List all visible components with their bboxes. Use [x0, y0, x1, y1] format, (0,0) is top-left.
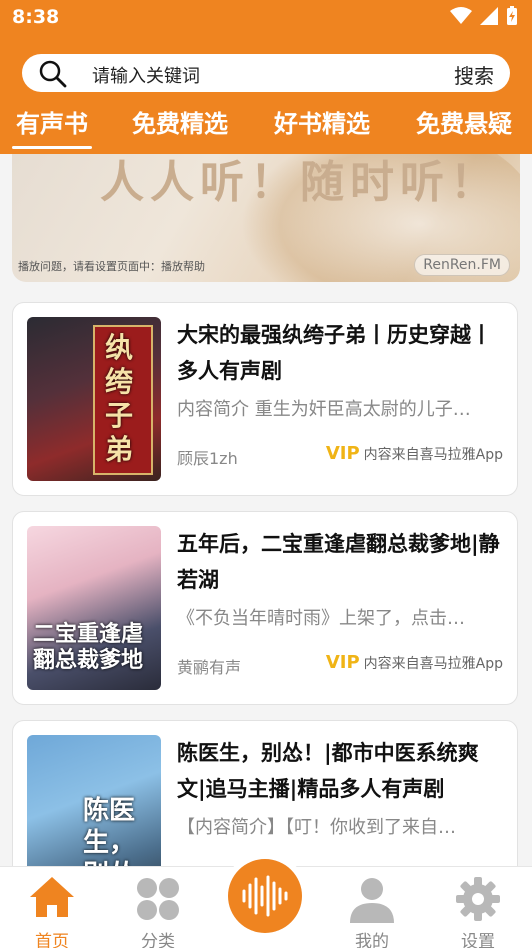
search-input[interactable]: 请输入关键词	[92, 62, 200, 88]
nav-profile[interactable]: 我的	[332, 875, 412, 948]
header: 请输入关键词 搜索 有声书 免费精选 好书精选 免费悬疑	[0, 34, 532, 154]
player-button[interactable]	[228, 859, 302, 933]
nav-player[interactable]	[222, 853, 308, 939]
book-author: 顾辰1zh	[177, 449, 238, 468]
banner-brand: RenRen.FM	[414, 254, 510, 276]
banner-slogan: 人人听！随时听！	[100, 157, 500, 208]
battery-icon	[507, 6, 517, 25]
book-desc: 【内容简介】【叮！你收到了来自…	[177, 817, 456, 838]
nav-settings[interactable]: 设置	[438, 875, 518, 948]
book-source: 内容来自喜马拉雅App	[363, 656, 503, 672]
book-cover: 纨绔子弟	[27, 317, 161, 481]
book-meta: VIP 内容来自喜马拉雅App	[326, 652, 503, 673]
search-bar[interactable]: 请输入关键词 搜索	[22, 54, 510, 92]
book-author: 黄鹂有声	[177, 658, 242, 677]
nav-category[interactable]: 分类	[118, 875, 198, 948]
wifi-icon	[450, 7, 472, 24]
bottom-tab-bar: 首页 分类 我的 设置	[0, 853, 532, 948]
book-desc: 《不负当年晴时雨》上架了，点击…	[177, 608, 465, 629]
audio-wave-icon	[242, 875, 288, 917]
cover-title: 纨绔子弟	[105, 331, 134, 466]
tab-good-books[interactable]: 好书精选	[274, 104, 370, 139]
signal-icon	[480, 7, 498, 25]
vip-badge: VIP	[325, 443, 360, 464]
nav-home-label: 首页	[35, 932, 69, 948]
promo-banner[interactable]: 人人听！随时听！ 播放问题，请看设置页面中：播放帮助 RenRen.FM	[12, 154, 520, 282]
book-desc: 内容简介 重生为奸臣高太尉的儿子…	[177, 399, 471, 420]
nav-settings-label: 设置	[461, 932, 495, 948]
gear-icon	[456, 877, 500, 921]
tab-free-picks[interactable]: 免费精选	[132, 104, 228, 139]
book-title: 陈医生，别怂！|都市中医系统爽文|追马主播|精品多人有声剧	[177, 741, 479, 801]
book-title: 大宋的最强纨绔子弟丨历史穿越丨多人有声剧	[177, 323, 492, 383]
status-time: 8:38	[12, 6, 60, 28]
book-title: 五年后，二宝重逢虐翻总裁爹地|静若湖	[177, 532, 500, 592]
cover-title: 二宝重逢虐翻总裁爹地	[33, 622, 144, 673]
home-icon	[30, 877, 74, 917]
book-meta: VIP 内容来自喜马拉雅App	[326, 443, 503, 464]
nav-profile-label: 我的	[355, 932, 389, 948]
book-source: 内容来自喜马拉雅App	[363, 447, 503, 463]
search-icon	[39, 60, 67, 88]
user-icon	[350, 878, 394, 923]
grid-icon	[137, 878, 179, 920]
category-tabs: 有声书 免费精选 好书精选 免费悬疑	[0, 104, 532, 150]
status-icons	[450, 6, 518, 26]
banner-tip: 播放问题，请看设置页面中：播放帮助	[18, 260, 205, 273]
nav-home[interactable]: 首页	[12, 875, 92, 948]
status-bar: 8:38	[0, 0, 532, 34]
vip-badge: VIP	[325, 652, 360, 673]
search-button[interactable]: 搜索	[454, 60, 494, 89]
tab-audiobook[interactable]: 有声书	[12, 104, 92, 149]
tab-free-mystery[interactable]: 免费悬疑	[416, 104, 512, 139]
book-card[interactable]: 二宝重逢虐翻总裁爹地 五年后，二宝重逢虐翻总裁爹地|静若湖 《不负当年晴时雨》上…	[12, 511, 518, 705]
book-cover: 二宝重逢虐翻总裁爹地	[27, 526, 161, 690]
nav-category-label: 分类	[141, 932, 175, 948]
book-card[interactable]: 纨绔子弟 大宋的最强纨绔子弟丨历史穿越丨多人有声剧 内容简介 重生为奸臣高太尉的…	[12, 302, 518, 496]
